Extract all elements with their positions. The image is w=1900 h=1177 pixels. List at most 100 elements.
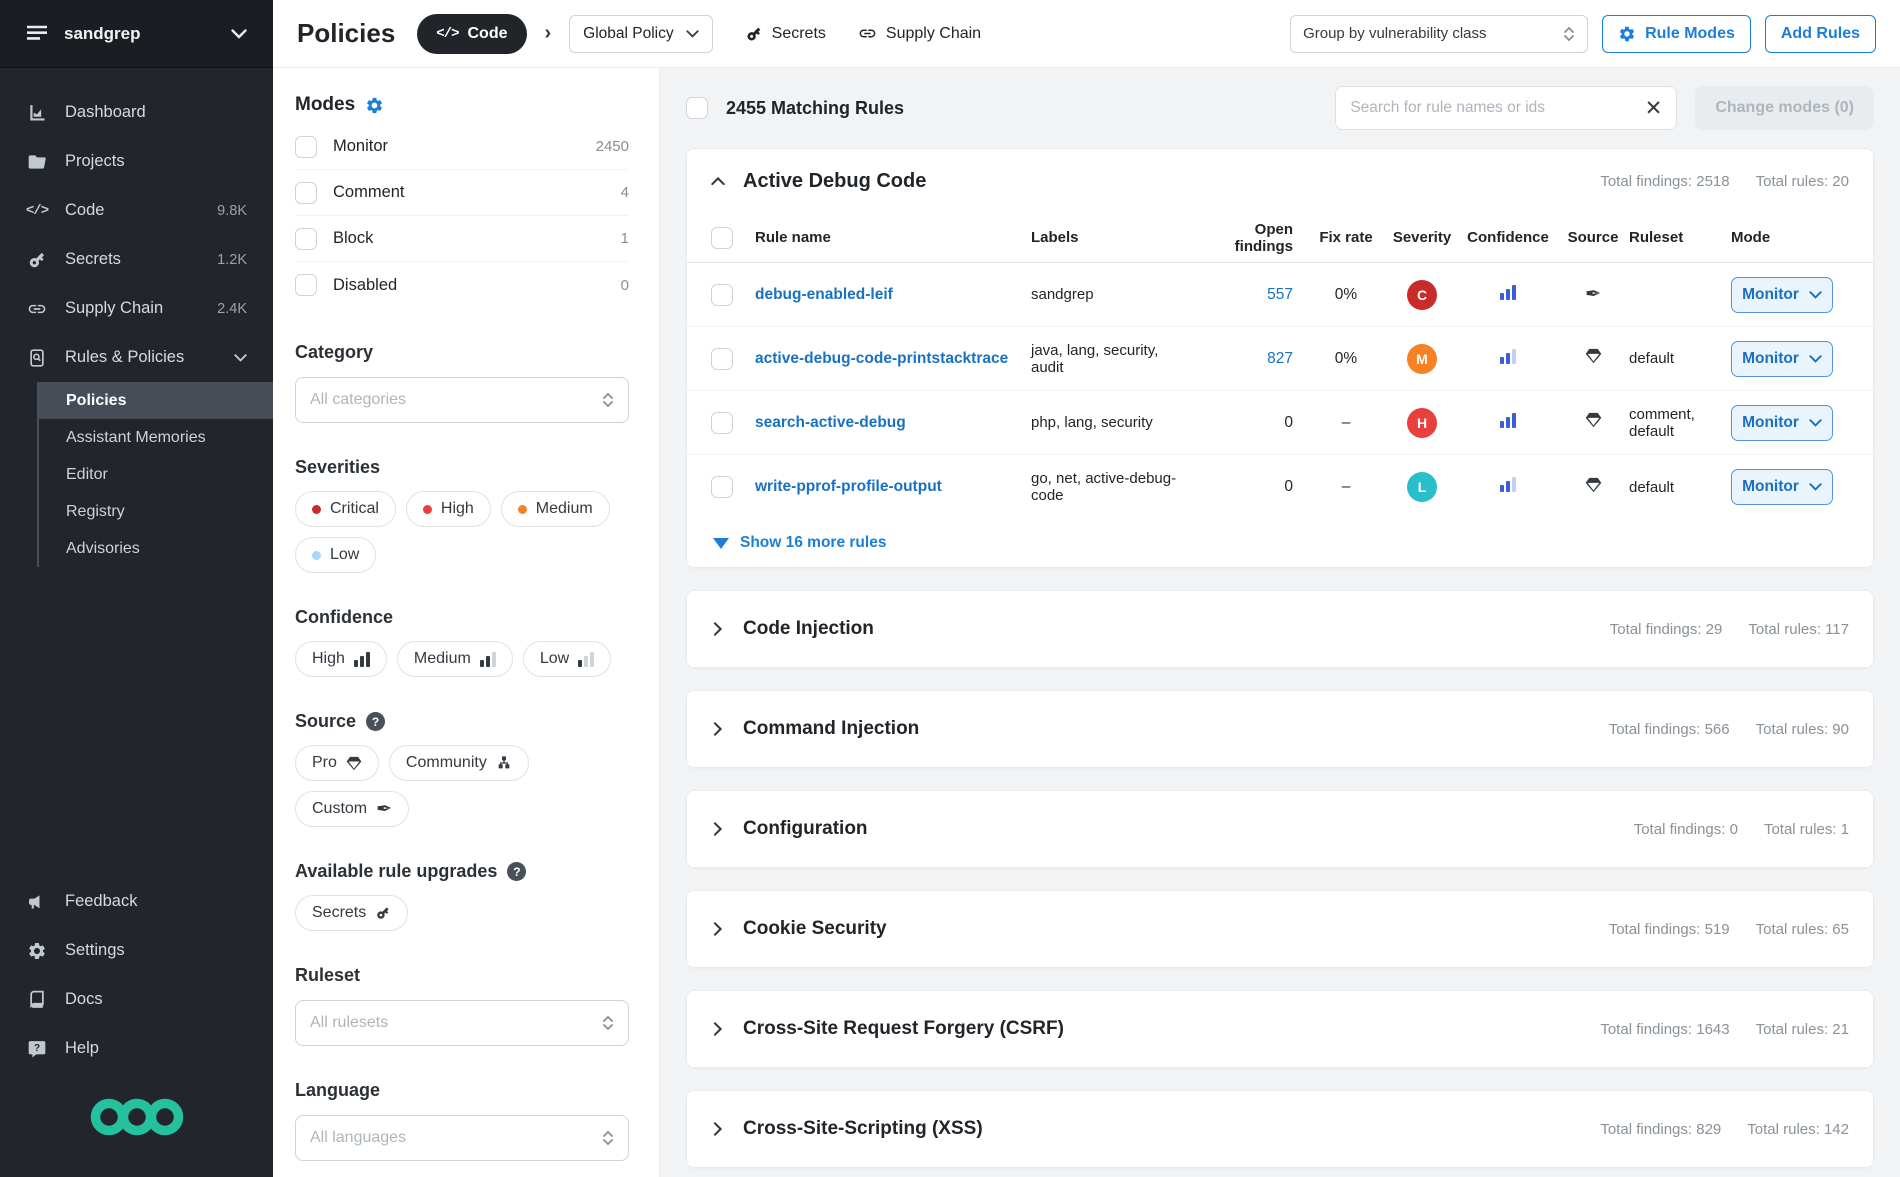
org-switcher[interactable]: sandgrep — [0, 0, 273, 68]
section-csrf: Cross-Site Request Forgery (CSRF) Total … — [686, 990, 1874, 1068]
checkbox[interactable] — [295, 228, 317, 250]
change-modes-button[interactable]: Change modes (0) — [1695, 86, 1874, 130]
mode-dropdown[interactable]: Monitor — [1731, 341, 1833, 377]
confidence-chip-medium[interactable]: Medium — [397, 641, 513, 677]
sidebar-item-docs[interactable]: Docs — [0, 975, 273, 1024]
upgrade-chip-secrets[interactable]: Secrets — [295, 895, 408, 931]
hamburger-menu-icon[interactable] — [26, 25, 48, 43]
source-chips: Pro Community Custom ✒ — [295, 745, 629, 827]
severity-chip-critical[interactable]: Critical — [295, 491, 396, 527]
checkbox[interactable] — [295, 274, 317, 296]
policy-dropdown[interactable]: Global Policy — [569, 15, 712, 53]
section-title: Cross-Site-Scripting (XSS) — [743, 1118, 983, 1140]
rule-name-link[interactable]: debug-enabled-leif — [755, 286, 1031, 304]
mode-count: 2450 — [596, 138, 629, 155]
row-checkbox[interactable] — [711, 348, 733, 370]
section-header[interactable]: Command Injection Total findings: 566Tot… — [687, 691, 1873, 767]
mode-count: 1 — [621, 230, 629, 247]
product-tab-secrets[interactable]: Secrets — [745, 25, 826, 43]
row-checkbox[interactable] — [711, 412, 733, 434]
confidence-chip-low[interactable]: Low — [523, 641, 611, 677]
section-header[interactable]: Active Debug Code Total findings: 2518 T… — [687, 149, 1873, 213]
mode-filter-monitor[interactable]: Monitor 2450 — [295, 124, 629, 170]
sidebar-item-feedback[interactable]: Feedback — [0, 877, 273, 926]
ruleset-cell: default — [1629, 350, 1731, 367]
sidebar-item-policies[interactable]: Policies — [39, 382, 273, 419]
sidebar-item-rules-policies[interactable]: Rules & Policies — [0, 333, 273, 382]
product-tab-label: Secrets — [772, 25, 826, 43]
sidebar-item-settings[interactable]: Settings — [0, 926, 273, 975]
section-header[interactable]: Code Injection Total findings: 29Total r… — [687, 591, 1873, 667]
severity-chip-low[interactable]: Low — [295, 537, 376, 573]
sidebar-item-advisories[interactable]: Advisories — [39, 530, 273, 567]
rule-name-link[interactable]: write-pprof-profile-output — [755, 478, 1031, 496]
rule-name-link[interactable]: search-active-debug — [755, 414, 1031, 432]
mode-dropdown[interactable]: Monitor — [1731, 405, 1833, 441]
rule-name-link[interactable]: active-debug-code-printstacktrace — [755, 350, 1031, 368]
section-header[interactable]: Configuration Total findings: 0Total rul… — [687, 791, 1873, 867]
sidebar-item-projects[interactable]: Projects — [0, 137, 273, 186]
total-rules: Total rules: 1 — [1764, 821, 1849, 838]
mode-label: Disabled — [333, 276, 605, 295]
gear-icon[interactable] — [365, 96, 384, 115]
sidebar-item-secrets[interactable]: Secrets 1.2K — [0, 235, 273, 284]
source-chip-community[interactable]: Community — [389, 745, 529, 781]
checkbox[interactable] — [295, 182, 317, 204]
product-tab-supply-chain[interactable]: Supply Chain — [858, 24, 981, 43]
section-header[interactable]: Cross-Site Request Forgery (CSRF) Total … — [687, 991, 1873, 1067]
mode-filter-disabled[interactable]: Disabled 0 — [295, 262, 629, 308]
section-header[interactable]: Cookie Security Total findings: 519Total… — [687, 891, 1873, 967]
product-tab-code[interactable]: </> Code — [417, 14, 526, 54]
ruleset-select[interactable]: All rulesets — [295, 1000, 629, 1046]
row-checkbox[interactable] — [711, 284, 733, 306]
mode-filter-comment[interactable]: Comment 4 — [295, 170, 629, 216]
group-by-select[interactable]: Group by vulnerability class — [1290, 15, 1588, 53]
open-findings-link[interactable]: 827 — [1267, 350, 1293, 367]
chevron-right-icon — [711, 822, 725, 836]
help-icon[interactable]: ? — [366, 712, 385, 731]
sidebar-item-label: Feedback — [65, 892, 137, 911]
severity-chip-high[interactable]: High — [406, 491, 491, 527]
section-header[interactable]: Cross-Site-Scripting (XSS) Total finding… — [687, 1091, 1873, 1167]
add-rules-button[interactable]: Add Rules — [1765, 15, 1876, 53]
open-findings-link[interactable]: 557 — [1267, 286, 1293, 303]
clear-search-icon[interactable]: ✕ — [1645, 98, 1663, 119]
gem-icon — [346, 756, 362, 771]
help-icon[interactable]: ? — [507, 862, 526, 881]
sidebar-item-assistant-memories[interactable]: Assistant Memories — [39, 419, 273, 456]
help-bubble-icon: ? — [26, 1038, 48, 1060]
col-ruleset: Ruleset — [1629, 229, 1731, 246]
sidebar-item-editor[interactable]: Editor — [39, 456, 273, 493]
mode-filter-block[interactable]: Block 1 — [295, 216, 629, 262]
critical-dot-icon — [312, 505, 321, 514]
book-icon — [26, 989, 48, 1011]
sidebar-item-dashboard[interactable]: Dashboard — [0, 88, 273, 137]
language-select[interactable]: All languages — [295, 1115, 629, 1161]
col-severity: Severity — [1385, 229, 1459, 246]
labels-cell: go, net, active-debug-code — [1031, 470, 1199, 504]
checkbox[interactable] — [295, 136, 317, 158]
mode-dropdown[interactable]: Monitor — [1731, 469, 1833, 505]
section-select-checkbox[interactable] — [711, 227, 733, 249]
open-findings-value: 0 — [1284, 414, 1293, 431]
source-chip-pro[interactable]: Pro — [295, 745, 379, 781]
mode-dropdown[interactable]: Monitor — [1731, 277, 1833, 313]
row-checkbox[interactable] — [711, 476, 733, 498]
show-more-rules-link[interactable]: Show 16 more rules — [687, 519, 1873, 567]
sidebar-item-registry[interactable]: Registry — [39, 493, 273, 530]
severity-chip-medium[interactable]: Medium — [501, 491, 610, 527]
fix-rate-cell: 0% — [1307, 350, 1385, 368]
sidebar-item-help[interactable]: ? Help — [0, 1024, 273, 1073]
sidebar-item-code[interactable]: </> Code 9.8K — [0, 186, 273, 235]
select-all-checkbox[interactable] — [686, 97, 708, 119]
rule-modes-button[interactable]: Rule Modes — [1602, 15, 1751, 53]
sidebar-item-supply-chain[interactable]: Supply Chain 2.4K — [0, 284, 273, 333]
ruleset-heading: Ruleset — [295, 965, 629, 986]
labels-cell: sandgrep — [1031, 286, 1199, 303]
sidebar-item-label: Supply Chain — [65, 299, 163, 318]
category-select[interactable]: All categories — [295, 377, 629, 423]
search-input[interactable] — [1350, 99, 1634, 117]
total-findings: Total findings: 1643 — [1600, 1021, 1729, 1038]
confidence-chip-high[interactable]: High — [295, 641, 387, 677]
source-chip-custom[interactable]: Custom ✒ — [295, 791, 409, 827]
